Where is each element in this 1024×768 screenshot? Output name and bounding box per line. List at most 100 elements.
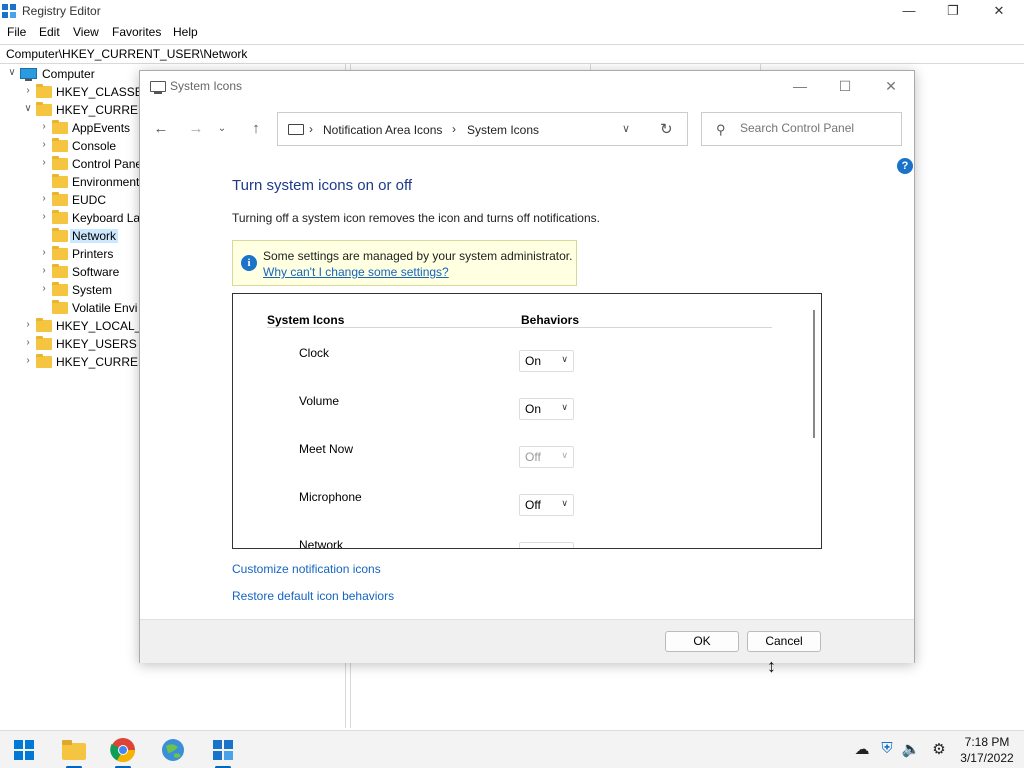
search-box[interactable]: ⚲ — [701, 112, 902, 146]
tree-item-hkey-classes-root[interactable]: › HKEY_CLASSES_ — [22, 84, 140, 101]
minimize-button[interactable]: — — [886, 0, 932, 22]
breadcrumb-address-bar[interactable]: › Notification Area Icons › System Icons… — [277, 112, 688, 146]
folder-icon — [52, 210, 68, 224]
microphone-behavior-select[interactable]: Off ∨ — [519, 494, 574, 516]
why-cant-i-change-link[interactable]: Why can't I change some settings? — [263, 265, 449, 279]
tree-item-printers[interactable]: › Printers — [38, 246, 140, 263]
network-behavior-select[interactable] — [519, 542, 574, 548]
folder-icon — [36, 336, 52, 350]
close-button[interactable]: ✕ — [976, 0, 1022, 22]
tree-item-hkey-current-config[interactable]: › HKEY_CURRENT — [22, 354, 140, 371]
tree-item-software[interactable]: › Software — [38, 264, 140, 281]
meet-now-behavior-select: Off ∨ — [519, 446, 574, 468]
forward-arrow-icon[interactable]: → — [184, 119, 208, 139]
menu-file[interactable]: File — [7, 25, 26, 39]
security-shield-icon[interactable]: ⛨ — [877, 740, 897, 760]
tree-item-hkey-local-machine[interactable]: › HKEY_LOCAL_M — [22, 318, 140, 335]
chrome-icon[interactable] — [110, 737, 136, 763]
dialog-minimize-button[interactable]: — — [780, 75, 820, 97]
tree-item-console[interactable]: › Console — [38, 138, 140, 155]
tree-item-label: Software — [72, 265, 120, 279]
info-text: Some settings are managed by your system… — [263, 249, 573, 263]
computer-icon — [20, 68, 37, 81]
chevron-right-icon[interactable]: › — [38, 211, 50, 225]
ok-button[interactable]: OK — [665, 631, 739, 652]
list-scrollbar[interactable] — [813, 310, 815, 438]
chevron-right-icon[interactable]: › — [452, 122, 456, 136]
chevron-down-icon: ∨ — [561, 450, 568, 460]
registry-editor-titlebar[interactable]: Registry Editor — ❐ ✕ — [0, 0, 1024, 22]
network-globe-icon[interactable] — [160, 737, 186, 763]
menu-view[interactable]: View — [73, 25, 99, 39]
select-value: On — [525, 354, 542, 368]
recent-locations-chevron-icon[interactable]: ⌄ — [215, 119, 229, 139]
dialog-titlebar[interactable]: System Icons — ☐ ✕ — [140, 71, 914, 101]
clock-behavior-select[interactable]: On ∨ — [519, 350, 574, 372]
customize-notification-icons-link[interactable]: Customize notification icons — [232, 562, 381, 576]
tree-item-network[interactable]: Network — [38, 228, 140, 245]
volume-behavior-select[interactable]: On ∨ — [519, 398, 574, 420]
search-input[interactable] — [740, 121, 890, 135]
system-icons-list[interactable]: System Icons Behaviors Clock On ∨ Volume … — [232, 293, 822, 549]
column-header-system-icons: System Icons — [267, 313, 345, 327]
taskbar-clock[interactable]: 7:18 PM 3/17/2022 — [954, 734, 1020, 766]
chevron-right-icon[interactable]: › — [38, 121, 50, 135]
file-explorer-icon[interactable] — [61, 737, 87, 763]
chevron-right-icon[interactable]: › — [38, 193, 50, 207]
clock-date: 3/17/2022 — [960, 751, 1014, 765]
tree-item-environment[interactable]: Environment — [38, 174, 140, 191]
dialog-maximize-button[interactable]: ☐ — [825, 75, 865, 97]
back-arrow-icon[interactable]: ← — [149, 119, 173, 139]
restore-default-behaviors-link[interactable]: Restore default icon behaviors — [232, 589, 394, 603]
tree-item-system[interactable]: › System — [38, 282, 140, 299]
menu-edit[interactable]: Edit — [39, 25, 60, 39]
tree-item-label: Environment — [72, 175, 140, 189]
windows-start-icon[interactable] — [14, 740, 34, 760]
chevron-right-icon[interactable]: › — [22, 337, 34, 351]
chevron-right-icon[interactable]: › — [38, 265, 50, 279]
chevron-right-icon[interactable]: › — [22, 319, 34, 333]
chevron-right-icon[interactable]: › — [309, 122, 313, 136]
tree-item-keyboard-layout[interactable]: › Keyboard La — [38, 210, 140, 227]
navigation-bar: ← → ⌄ ↑ › Notification Area Icons › Syst… — [140, 111, 914, 147]
chevron-right-icon[interactable]: › — [38, 157, 50, 171]
menu-favorites[interactable]: Favorites — [112, 25, 161, 39]
registry-editor-icon[interactable] — [210, 737, 236, 763]
refresh-icon[interactable]: ↻ — [660, 120, 673, 138]
up-arrow-icon[interactable]: ↑ — [244, 119, 268, 139]
maximize-button[interactable]: ❐ — [930, 0, 976, 22]
taskbar: ☁ ⛨ 🔈 ⚙ 7:18 PM 3/17/2022 — [0, 730, 1024, 768]
chevron-right-icon[interactable]: › — [38, 139, 50, 153]
volume-icon[interactable]: 🔈 — [901, 740, 921, 760]
breadcrumb-notification-area-icons[interactable]: Notification Area Icons — [323, 123, 442, 137]
system-icon-name-meet-now: Meet Now — [299, 442, 354, 456]
tree-item-hkey-current-user[interactable]: ∨ HKEY_CURRENT — [22, 102, 140, 119]
chevron-right-icon[interactable]: › — [22, 85, 34, 99]
breadcrumb-system-icons[interactable]: System Icons — [467, 123, 539, 137]
menu-help[interactable]: Help — [173, 25, 198, 39]
cancel-button[interactable]: Cancel — [747, 631, 821, 652]
tree-item-label: Computer — [42, 67, 95, 81]
chevron-down-icon[interactable]: ∨ — [22, 103, 34, 117]
gear-icon[interactable]: ⚙ — [929, 740, 949, 760]
tree-item-volatile-environment[interactable]: Volatile Envi — [38, 300, 140, 317]
header-divider — [267, 327, 772, 328]
tree-item-control-panel[interactable]: › Control Pane — [38, 156, 140, 173]
help-icon[interactable]: ? — [897, 158, 913, 174]
chevron-right-icon[interactable]: › — [22, 355, 34, 369]
tree-item-hkey-users[interactable]: › HKEY_USERS — [22, 336, 140, 353]
tree-item-label: Printers — [72, 247, 114, 261]
dialog-close-button[interactable]: ✕ — [871, 75, 911, 97]
chevron-right-icon[interactable]: › — [38, 283, 50, 297]
tree-item-computer[interactable]: ∨ Computer — [6, 66, 136, 83]
column-header-behaviors: Behaviors — [521, 313, 580, 327]
chevron-down-icon[interactable]: ∨ — [6, 67, 18, 81]
onedrive-offline-icon[interactable]: ☁ — [852, 740, 872, 760]
chevron-down-icon[interactable]: ∨ — [622, 122, 630, 135]
chevron-right-icon[interactable]: › — [38, 247, 50, 261]
tree-item-label: HKEY_LOCAL_M — [56, 319, 140, 333]
tree-item-appevents[interactable]: › AppEvents — [38, 120, 140, 137]
address-bar[interactable]: Computer\HKEY_CURRENT_USER\Network — [0, 44, 1024, 64]
tree-item-eudc[interactable]: › EUDC — [38, 192, 140, 209]
tree-item-label: Network — [70, 229, 119, 243]
